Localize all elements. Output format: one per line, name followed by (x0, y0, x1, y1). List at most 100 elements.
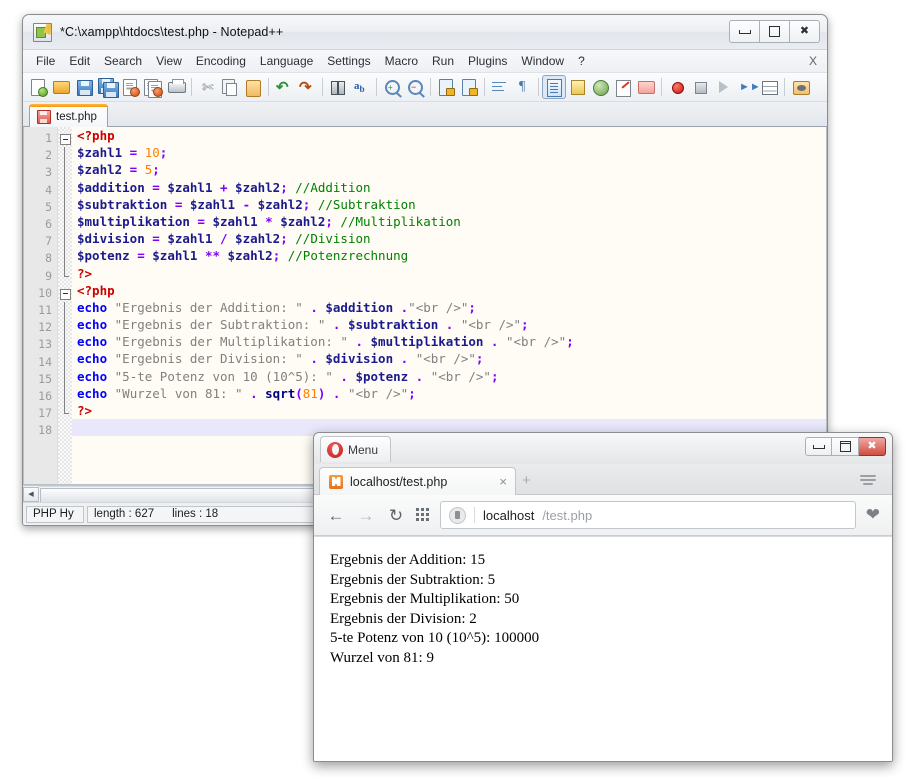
save-all-icon[interactable] (96, 76, 119, 98)
output-line: Ergebnis der Multiplikation: 50 (330, 591, 520, 607)
code-line[interactable]: ?> (72, 402, 826, 419)
fold-marker[interactable] (58, 130, 72, 147)
scroll-left-button[interactable]: ◀ (23, 486, 39, 502)
code-line[interactable]: echo "Ergebnis der Addition: " . $additi… (72, 299, 826, 316)
save-icon[interactable] (73, 76, 95, 98)
tab-close-icon[interactable]: × (499, 474, 507, 489)
show-all-chars-icon[interactable]: ¶ (512, 76, 534, 98)
zoom-in-icon[interactable]: + (381, 76, 403, 98)
code-folding-margin[interactable] (58, 127, 72, 484)
back-arrow-icon[interactable]: ← (326, 507, 346, 524)
menu-bar: File Edit Search View Encoding Language Settin… (23, 50, 827, 73)
tab-test-php[interactable]: test.php (29, 104, 108, 127)
run-icon[interactable] (789, 76, 811, 98)
open-file-icon[interactable] (50, 76, 72, 98)
zoom-out-icon[interactable]: − (404, 76, 426, 98)
close-all-icon[interactable] (142, 76, 164, 98)
restore-button[interactable] (832, 437, 859, 456)
speed-dial-icon[interactable] (416, 508, 430, 522)
minimize-button[interactable] (729, 20, 760, 43)
fold-marker (58, 147, 72, 165)
code-line[interactable]: $potenz = $zahl1 ** $zahl2; //Potenzrech… (72, 247, 826, 264)
undo-icon[interactable]: ↶ (273, 76, 295, 98)
indent-guide-icon[interactable] (542, 75, 566, 99)
saved-file-icon (37, 109, 51, 124)
code-line[interactable]: echo "Ergebnis der Division: " . $divisi… (72, 350, 826, 367)
menu-item-language[interactable]: Language (253, 52, 320, 70)
close-file-icon[interactable] (119, 76, 141, 98)
code-line[interactable]: echo "5-te Potenz von 10 (10^5): " . $po… (72, 368, 826, 385)
fold-marker (58, 319, 72, 337)
code-line[interactable]: $multiplikation = $zahl1 * $zahl2; //Mul… (72, 213, 826, 230)
copy-icon[interactable] (219, 76, 241, 98)
code-line[interactable]: echo "Ergebnis der Subtraktion: " . $sub… (72, 316, 826, 333)
forward-arrow-icon[interactable]: → (356, 507, 376, 524)
play-macro-icon[interactable] (712, 76, 734, 98)
code-line[interactable]: $division = $zahl1 / $zahl2; //Division (72, 230, 826, 247)
stop-macro-icon[interactable] (689, 76, 711, 98)
minimize-button[interactable] (805, 437, 832, 456)
browser-title-bar[interactable]: Menu ✖ (314, 433, 892, 464)
notepad-title-bar[interactable]: *C:\xampp\htdocs\test.php - Notepad++ ✖ (23, 15, 827, 50)
downloads-icon[interactable] (860, 473, 876, 489)
menu-item-settings[interactable]: Settings (320, 52, 377, 70)
status-length-lines: length : 627 lines : 18 (87, 505, 337, 523)
code-line[interactable]: echo "Ergebnis der Multiplikation: " . $… (72, 333, 826, 350)
folder-as-workspace-icon[interactable] (635, 76, 657, 98)
fold-marker[interactable] (58, 285, 72, 302)
code-line[interactable]: $subtraktion = $zahl1 - $zahl2; //Subtra… (72, 196, 826, 213)
menu-item-edit[interactable]: Edit (62, 52, 97, 70)
menu-item-macro[interactable]: Macro (378, 52, 425, 70)
new-file-icon[interactable] (27, 76, 49, 98)
opera-browser-window: Menu ✖ localhost/test.php × + ← → ↻ loca… (313, 432, 893, 762)
code-line[interactable]: <?php (72, 282, 826, 299)
opera-menu-button[interactable]: Menu (320, 436, 392, 462)
page-info-icon[interactable] (449, 506, 466, 524)
menu-item-[interactable]: ? (571, 52, 592, 70)
menu-item-file[interactable]: File (29, 52, 62, 70)
code-line[interactable]: $zahl2 = 5; (72, 161, 826, 178)
line-number: 6 (45, 217, 52, 232)
paste-icon[interactable] (242, 76, 264, 98)
cut-icon[interactable]: ✄ (196, 76, 218, 98)
code-line[interactable]: echo "Wurzel von 81: " . sqrt(81) . "<br… (72, 385, 826, 402)
close-button[interactable]: ✖ (859, 437, 886, 456)
code-line[interactable]: $zahl1 = 10; (72, 144, 826, 161)
address-bar[interactable]: localhost/test.php (440, 501, 856, 529)
code-text-area[interactable]: <?php $zahl1 = 10; $zahl2 = 5; $addition = … (72, 127, 826, 484)
menu-item-encoding[interactable]: Encoding (189, 52, 253, 70)
code-line[interactable]: <?php (72, 127, 826, 144)
sync-vertical-icon[interactable] (435, 76, 457, 98)
function-list-icon[interactable] (612, 76, 634, 98)
fast-playback-icon[interactable]: ►► (735, 76, 761, 98)
user-defined-language-icon[interactable] (566, 76, 588, 98)
print-icon[interactable] (165, 76, 187, 98)
menu-item-run[interactable]: Run (425, 52, 461, 70)
fold-marker (58, 198, 72, 216)
restore-button[interactable] (760, 20, 790, 43)
toolbar-separator (484, 78, 485, 96)
menu-item-plugins[interactable]: Plugins (461, 52, 514, 70)
new-tab-button[interactable]: + (522, 472, 531, 489)
word-wrap-icon[interactable] (489, 76, 511, 98)
record-macro-icon[interactable] (666, 76, 688, 98)
close-button[interactable]: ✖ (790, 20, 820, 43)
browser-tab-localhost-test-php[interactable]: localhost/test.php × (319, 467, 516, 495)
line-number: 18 (38, 423, 52, 438)
find-icon[interactable] (327, 76, 349, 98)
doc-map-icon[interactable] (589, 76, 611, 98)
code-line[interactable]: $addition = $zahl1 + $zahl2; //Addition (72, 179, 826, 196)
reload-icon[interactable]: ↻ (386, 507, 406, 524)
code-line[interactable]: ?> (72, 265, 826, 282)
toolbar-separator (191, 78, 192, 96)
close-document-button[interactable]: X (809, 54, 817, 68)
replace-icon[interactable]: ab (350, 76, 372, 98)
menu-item-window[interactable]: Window (514, 52, 571, 70)
notepad-plus-plus-icon (33, 22, 52, 42)
redo-icon[interactable]: ↷ (296, 76, 318, 98)
sync-horizontal-icon[interactable] (458, 76, 480, 98)
menu-item-search[interactable]: Search (97, 52, 149, 70)
heart-icon[interactable]: ❤ (866, 505, 880, 525)
save-macro-icon[interactable] (758, 76, 780, 98)
menu-item-view[interactable]: View (149, 52, 189, 70)
